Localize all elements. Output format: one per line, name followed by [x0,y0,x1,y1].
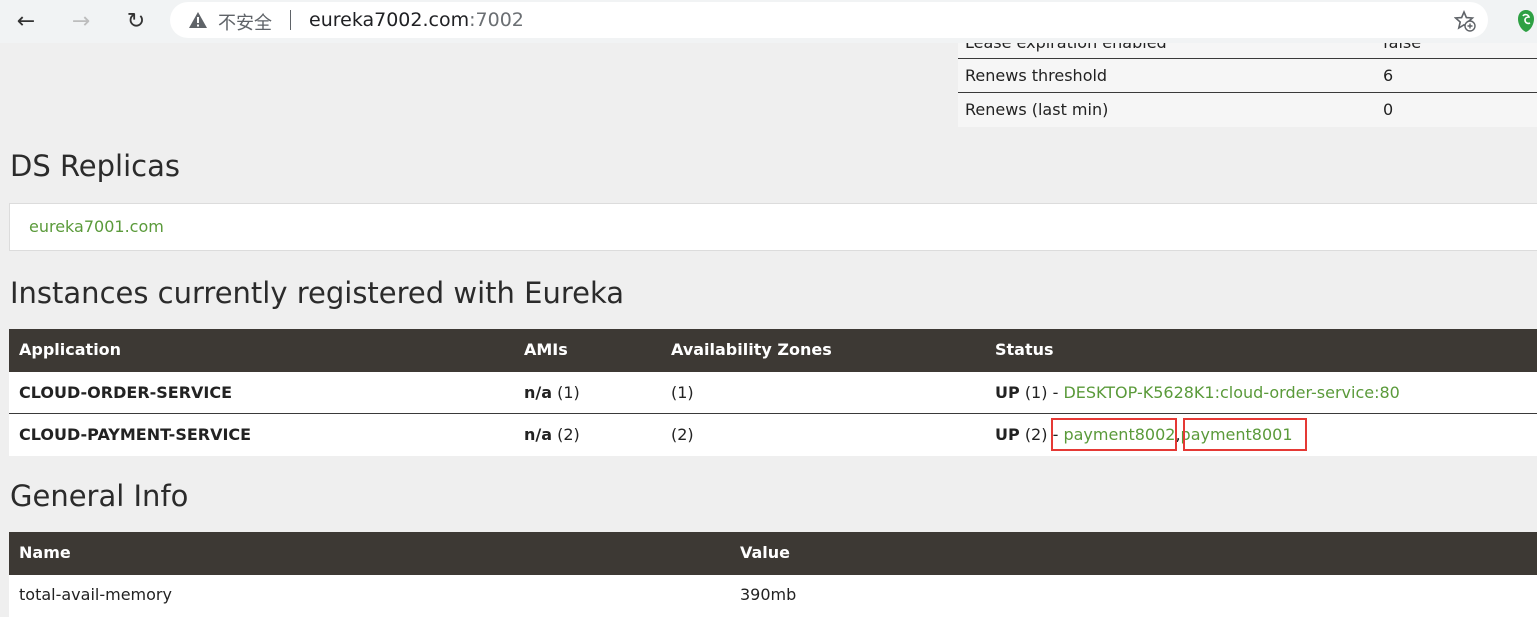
stats-key: Renews (last min) [965,100,1109,119]
highlight-box-payment8001 [1183,418,1307,451]
address-separator [290,10,291,30]
amis-count: (2) [557,425,580,444]
column-header-application: Application [19,340,122,359]
forward-arrow-icon[interactable]: → [66,6,96,36]
amis-count: (1) [557,383,580,402]
amis-label: n/a [524,383,553,402]
replicas-list: eureka7001.com [9,203,1537,251]
stats-key: Renews threshold [965,66,1108,85]
table-row: CLOUD-PAYMENT-SERVICE n/a (2) (2) UP (2)… [9,414,1537,456]
status-cell: UP (1) - DESKTOP-K5628K1:cloud-order-ser… [995,383,1400,402]
zones-cell: (1) [671,383,694,402]
amis-cell: n/a (2) [524,425,580,444]
ds-replicas-heading: DS Replicas [10,149,180,183]
column-header-availability-zones: Availability Zones [671,340,832,359]
info-name: total-avail-memory [19,585,172,604]
warning-icon[interactable] [188,11,208,29]
address-bar[interactable]: 不安全 eureka7002.com:7002 [170,2,1488,38]
table-row: CLOUD-ORDER-SERVICE n/a (1) (1) UP (1) -… [9,372,1537,414]
column-header-amis: AMIs [524,340,568,359]
instances-heading: Instances currently registered with Eure… [10,276,625,310]
zones-cell: (2) [671,425,694,444]
stats-row-cut: Lease expiration enabled false [958,43,1537,58]
amis-cell: n/a (1) [524,383,580,402]
status-label: UP [995,425,1020,444]
application-name: CLOUD-ORDER-SERVICE [19,383,233,402]
column-header-name: Name [19,543,71,562]
status-label: UP [995,383,1020,402]
replica-link[interactable]: eureka7001.com [29,217,164,236]
stats-key: Lease expiration enabled [965,43,1167,52]
application-name: CLOUD-PAYMENT-SERVICE [19,425,252,444]
stats-row-renews-last-min: Renews (last min) 0 [958,92,1537,127]
stats-value: false [1383,43,1421,52]
url-host: eureka7002.com [309,9,470,31]
table-row: total-avail-memory 390mb [9,575,1537,617]
instance-link[interactable]: DESKTOP-K5628K1:cloud-order-service:80 [1063,383,1399,402]
security-label[interactable]: 不安全 [218,9,272,35]
column-header-value: Value [740,543,791,562]
status-count: (1) [1024,383,1048,402]
reload-icon[interactable]: ↻ [121,6,151,36]
url-text[interactable]: eureka7002.com:7002 [309,9,524,31]
column-header-status: Status [995,340,1054,359]
general-info-table-header: Name Value [9,532,1537,575]
stats-value: 0 [1383,100,1394,119]
url-port: :7002 [469,9,524,31]
general-info-heading: General Info [10,479,189,513]
stats-row-renews-threshold: Renews threshold 6 [958,58,1537,93]
back-arrow-icon[interactable]: ← [11,6,41,36]
instances-table-header: Application AMIs Availability Zones Stat… [9,329,1537,372]
stats-value: 6 [1383,66,1394,85]
status-separator: - [1047,383,1064,402]
highlight-box-payment8002 [1051,418,1177,451]
info-value: 390mb [740,585,797,604]
browser-toolbar: ← → ↻ 不安全 eureka7002.com:7002 [0,0,1537,43]
extension-icon[interactable] [1514,8,1537,34]
bookmark-star-icon[interactable] [1454,10,1476,32]
status-count: (2) [1024,425,1048,444]
amis-label: n/a [524,425,553,444]
